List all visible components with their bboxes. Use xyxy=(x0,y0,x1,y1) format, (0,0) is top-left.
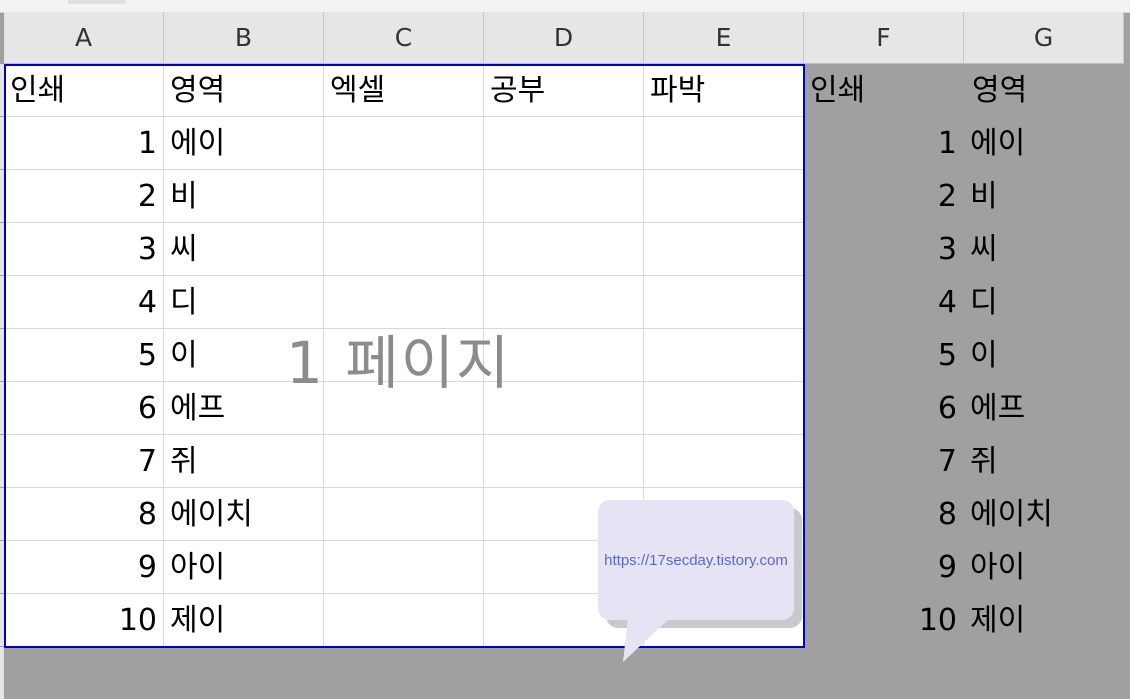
column-header-b[interactable]: B xyxy=(164,12,324,64)
cell-number-outside[interactable]: 6 xyxy=(804,382,964,435)
callout-url: https://17secday.tistory.com xyxy=(604,551,788,569)
column-header-g[interactable]: G xyxy=(964,12,1124,64)
empty-cell[interactable] xyxy=(644,329,804,382)
header-cell-f[interactable]: 인쇄 xyxy=(804,64,964,117)
cell-label[interactable]: 디 xyxy=(164,276,324,329)
cell-number-outside[interactable]: 3 xyxy=(804,223,964,276)
cell-label[interactable]: 쥐 xyxy=(164,435,324,488)
cell-label-outside[interactable]: 이 xyxy=(964,329,1124,382)
empty-cell[interactable] xyxy=(484,223,644,276)
cell-number[interactable]: 1 xyxy=(4,117,164,170)
empty-cell[interactable] xyxy=(324,329,484,382)
cell-number[interactable]: 6 xyxy=(4,382,164,435)
empty-cell[interactable] xyxy=(324,488,484,541)
cell-number-outside[interactable]: 1 xyxy=(804,117,964,170)
cell-number[interactable]: 8 xyxy=(4,488,164,541)
empty-cell[interactable] xyxy=(324,435,484,488)
cell-number-outside[interactable]: 4 xyxy=(804,276,964,329)
empty-cell[interactable] xyxy=(484,276,644,329)
empty-cell[interactable] xyxy=(324,594,484,647)
cell-label[interactable]: 아이 xyxy=(164,541,324,594)
cell-number[interactable]: 10 xyxy=(4,594,164,647)
column-header-d[interactable]: D xyxy=(484,12,644,64)
cell-label[interactable]: 비 xyxy=(164,170,324,223)
cell-label-outside[interactable]: 씨 xyxy=(964,223,1124,276)
cell-number[interactable]: 7 xyxy=(4,435,164,488)
cell-label-outside[interactable]: 쥐 xyxy=(964,435,1124,488)
empty-cell[interactable] xyxy=(644,117,804,170)
empty-cell[interactable] xyxy=(324,223,484,276)
empty-cell[interactable] xyxy=(484,382,644,435)
empty-cell[interactable] xyxy=(484,170,644,223)
outside-print-area-bottom xyxy=(0,648,1130,669)
cell-label-outside[interactable]: 에프 xyxy=(964,382,1124,435)
column-header-e[interactable]: E xyxy=(644,12,804,64)
cell-label[interactable]: 씨 xyxy=(164,223,324,276)
cell-label-outside[interactable]: 아이 xyxy=(964,541,1124,594)
empty-cell[interactable] xyxy=(484,329,644,382)
cell-number-outside[interactable]: 7 xyxy=(804,435,964,488)
cell-label[interactable]: 제이 xyxy=(164,594,324,647)
header-cell-e[interactable]: 파박 xyxy=(644,64,804,117)
empty-cell[interactable] xyxy=(324,170,484,223)
cell-label-outside[interactable]: 디 xyxy=(964,276,1124,329)
empty-cell[interactable] xyxy=(644,276,804,329)
column-header-c[interactable]: C xyxy=(324,12,484,64)
cell-label[interactable]: 이 xyxy=(164,329,324,382)
cell-label-outside[interactable]: 에이치 xyxy=(964,488,1124,541)
cell-number-outside[interactable]: 5 xyxy=(804,329,964,382)
tab-stub[interactable] xyxy=(68,0,126,4)
empty-cell[interactable] xyxy=(484,117,644,170)
empty-cell[interactable] xyxy=(644,223,804,276)
empty-cell[interactable] xyxy=(324,117,484,170)
cell-number[interactable]: 9 xyxy=(4,541,164,594)
cell-number[interactable]: 4 xyxy=(4,276,164,329)
cell-number[interactable]: 3 xyxy=(4,223,164,276)
cell-label[interactable]: 에이 xyxy=(164,117,324,170)
cell-number[interactable]: 2 xyxy=(4,170,164,223)
cell-label[interactable]: 에프 xyxy=(164,382,324,435)
header-cell-a[interactable]: 인쇄 xyxy=(4,64,164,117)
callout-tail xyxy=(623,618,670,662)
cell-number-outside[interactable]: 2 xyxy=(804,170,964,223)
empty-cell[interactable] xyxy=(484,435,644,488)
cell-number[interactable]: 5 xyxy=(4,329,164,382)
header-cell-d[interactable]: 공부 xyxy=(484,64,644,117)
cell-number-outside[interactable]: 9 xyxy=(804,541,964,594)
row-header-stub[interactable] xyxy=(0,647,4,699)
empty-cell[interactable] xyxy=(324,541,484,594)
column-header-a[interactable]: A xyxy=(4,12,164,64)
header-cell-g[interactable]: 영역 xyxy=(964,64,1124,117)
cell-label-outside[interactable]: 에이 xyxy=(964,117,1124,170)
header-cell-c[interactable]: 엑셀 xyxy=(324,64,484,117)
cell-label-outside[interactable]: 제이 xyxy=(964,594,1124,647)
empty-cell[interactable] xyxy=(644,170,804,223)
cell-label[interactable]: 에이치 xyxy=(164,488,324,541)
spreadsheet: A B C D E F G 인쇄 영역 엑셀 공부 파박 인쇄 영역 1 에이 1 에이 2 비 2 비 3 씨 3 씨 4 디 4 디 5… xyxy=(0,0,1130,699)
header-cell-b[interactable]: 영역 xyxy=(164,64,324,117)
empty-cell[interactable] xyxy=(644,435,804,488)
cell-number-outside[interactable]: 8 xyxy=(804,488,964,541)
column-header-f[interactable]: F xyxy=(804,12,964,64)
empty-cell[interactable] xyxy=(324,276,484,329)
cell-number-outside[interactable]: 10 xyxy=(804,594,964,647)
empty-cell[interactable] xyxy=(644,382,804,435)
cell-label-outside[interactable]: 비 xyxy=(964,170,1124,223)
callout-bubble: https://17secday.tistory.com xyxy=(598,500,794,620)
empty-cell[interactable] xyxy=(324,382,484,435)
